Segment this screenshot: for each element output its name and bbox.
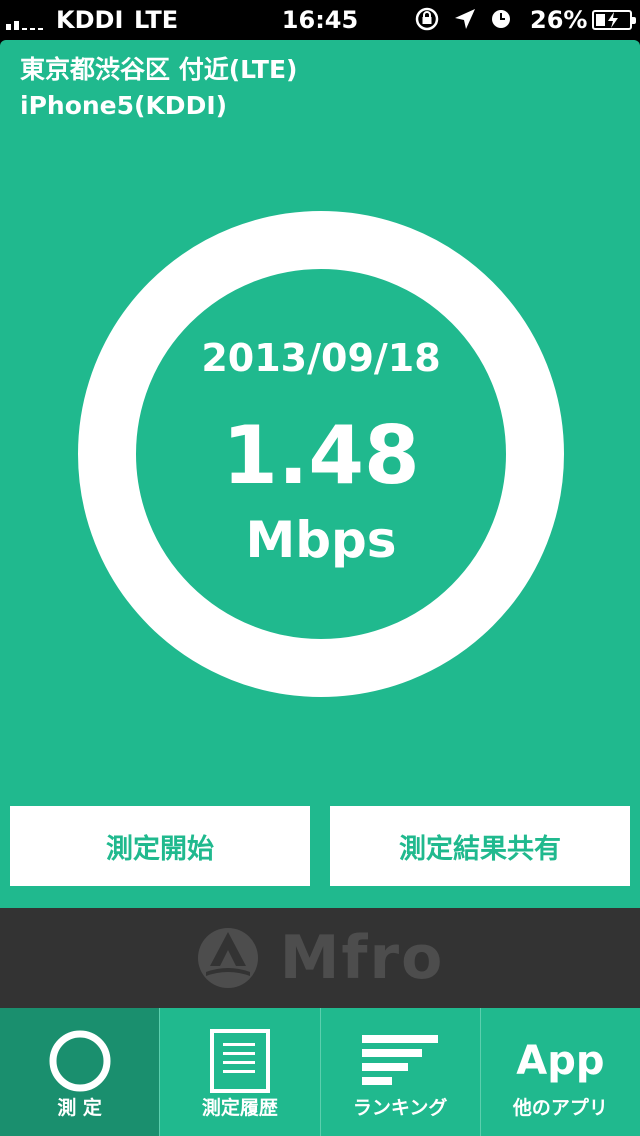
app-icon: App <box>516 1038 605 1084</box>
tab-ranking[interactable]: ランキング <box>319 1008 480 1136</box>
ranking-bars-icon <box>321 1022 480 1100</box>
tab-other-apps[interactable]: App 他のアプリ <box>479 1008 640 1136</box>
device-label: iPhone5(KDDI) <box>20 91 228 120</box>
speed-gauge: 2013/09/18 1.48 Mbps <box>78 211 564 697</box>
document-icon <box>160 1022 319 1100</box>
location-label: 東京都渋谷区 付近(LTE) <box>20 55 298 84</box>
tab-history[interactable]: 測定履歴 <box>159 1008 319 1136</box>
circle-icon <box>0 1022 159 1100</box>
speed-unit: Mbps <box>245 511 397 569</box>
start-measurement-button[interactable]: 測定開始 <box>10 806 310 886</box>
battery-percentage: 26% <box>530 6 588 34</box>
share-results-button[interactable]: 測定結果共有 <box>330 806 630 886</box>
brand-banner: Mfro <box>0 908 640 1008</box>
tab-measure[interactable]: 測 定 <box>0 1008 160 1136</box>
tab-label: 他のアプリ <box>512 1097 608 1119</box>
mfro-logo-icon <box>197 928 258 988</box>
battery-charging-icon <box>592 10 636 30</box>
status-bar: KDDI LTE 16:45 26% <box>0 0 640 40</box>
brand-logo-text: Mfro <box>279 923 445 993</box>
tab-bar: 測 定 測定履歴 ランキング App 他のアプリ <box>0 1008 640 1136</box>
measurement-date: 2013/09/18 <box>201 336 441 380</box>
tab-label: ランキング <box>352 1097 448 1119</box>
tab-label: 測 定 <box>57 1097 102 1119</box>
rotation-lock-icon <box>415 7 439 31</box>
tab-label: 測定履歴 <box>201 1097 278 1119</box>
alarm-clock-icon <box>492 10 510 28</box>
status-icons <box>414 6 512 32</box>
speed-value: 1.48 <box>222 409 420 502</box>
location-arrow-icon <box>455 9 475 29</box>
measurement-panel: 東京都渋谷区 付近(LTE) iPhone5(KDDI) 2013/09/18 … <box>0 40 640 908</box>
